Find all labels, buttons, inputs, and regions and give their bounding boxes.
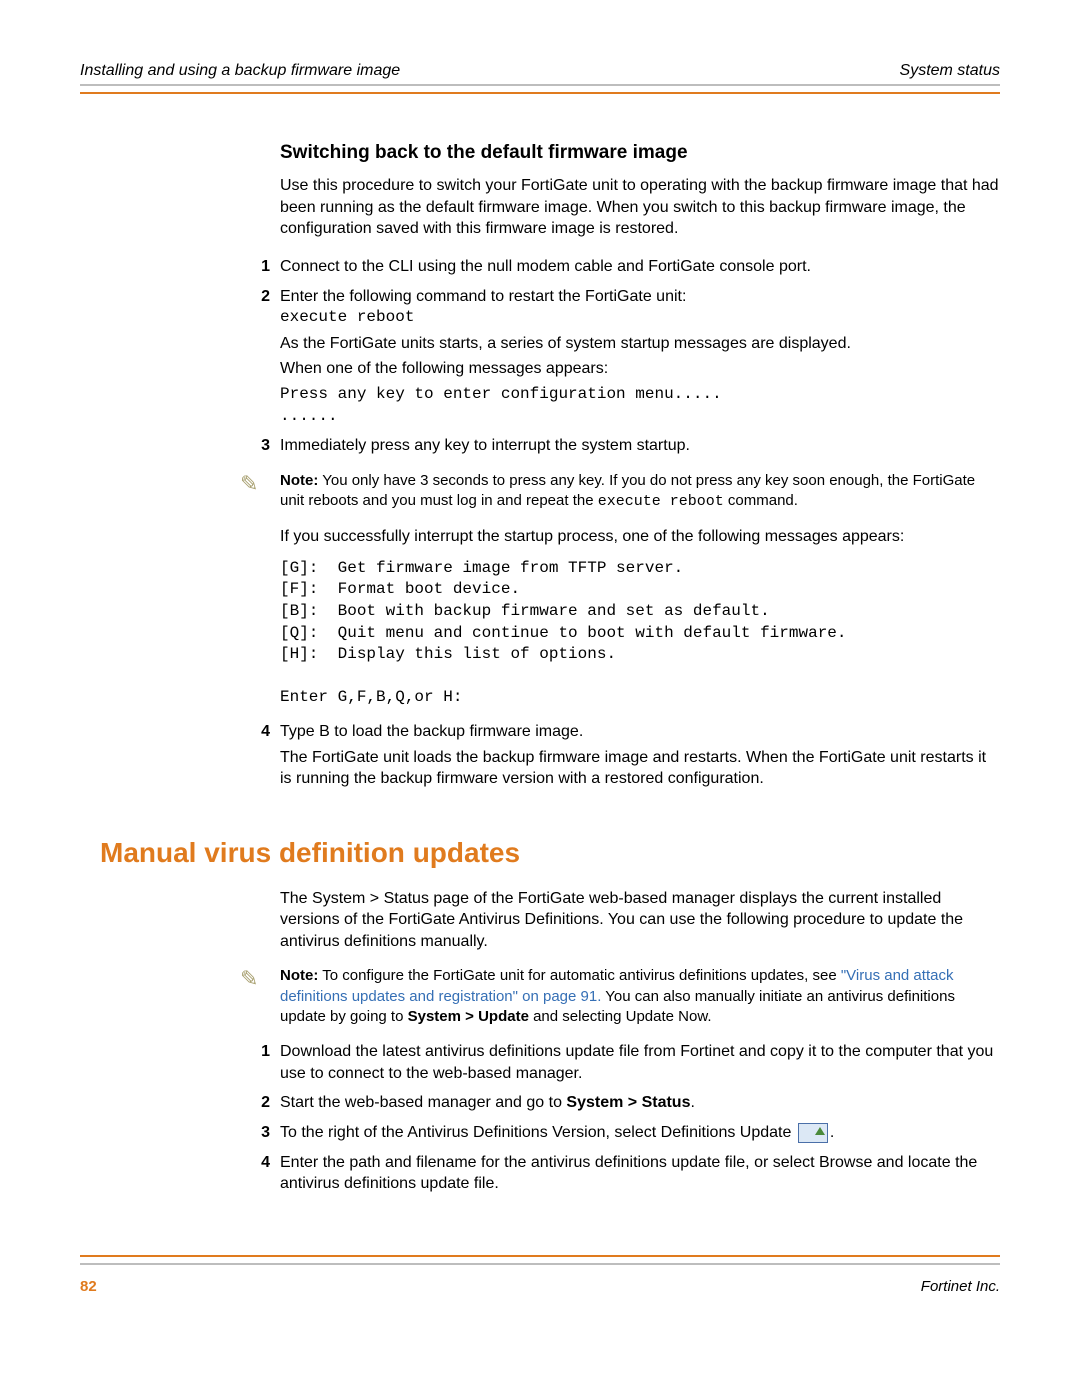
step-text: Enter the path and filename for the anti…: [280, 1152, 1000, 1195]
header-rule-grey: [80, 84, 1000, 86]
manual-intro-paragraph: The System > Status page of the FortiGat…: [280, 888, 1000, 953]
step-number: 4: [240, 1152, 270, 1195]
step-number: 2: [240, 1092, 270, 1114]
step-text: To the right of the Antivirus Definition…: [280, 1122, 1000, 1144]
step-pre: To the right of the Antivirus Definition…: [280, 1124, 796, 1141]
note-text: Note: You only have 3 seconds to press a…: [280, 471, 1000, 513]
page-number: 82: [80, 1277, 97, 1297]
heading-switching-back: Switching back to the default firmware i…: [280, 140, 1000, 166]
step-post: .: [690, 1094, 694, 1111]
step-paragraph: The FortiGate unit loads the backup firm…: [280, 747, 1000, 790]
step-text: Type B to load the backup firmware image…: [280, 721, 1000, 743]
switch-intro-paragraph: Use this procedure to switch your FortiG…: [280, 175, 1000, 240]
menu-block: [G]: Get firmware image from TFTP server…: [280, 558, 1000, 709]
step-number: 1: [240, 256, 270, 278]
step-bold: System > Status: [566, 1094, 690, 1111]
step-text: Enter the following command to restart t…: [280, 286, 1000, 308]
note-part: and selecting Update Now.: [529, 1008, 712, 1025]
header-rule-orange: [80, 92, 1000, 94]
step-text: Immediately press any key to interrupt t…: [280, 435, 1000, 457]
header-left: Installing and using a backup firmware i…: [80, 60, 400, 82]
step-paragraph: When one of the following messages appea…: [280, 358, 1000, 380]
step-post: .: [830, 1124, 834, 1141]
definitions-update-icon[interactable]: [798, 1123, 828, 1143]
note-icon: ✎: [240, 471, 270, 495]
step-text: Start the web-based manager and go to Sy…: [280, 1092, 1000, 1114]
step-text: Connect to the CLI using the null modem …: [280, 256, 1000, 278]
note-tail: command.: [724, 492, 798, 509]
code-block: Press any key to enter configuration men…: [280, 384, 1000, 427]
note-icon: ✎: [240, 966, 270, 990]
step-number: 3: [240, 435, 270, 457]
footer-company: Fortinet Inc.: [921, 1277, 1000, 1297]
note-lead: Note:: [280, 967, 318, 984]
step-text: Download the latest antivirus definition…: [280, 1041, 1000, 1084]
step-number: 4: [240, 721, 270, 794]
step-number: 3: [240, 1122, 270, 1144]
footer-rule-grey: [80, 1263, 1000, 1265]
note-part: To configure the FortiGate unit for auto…: [318, 967, 841, 984]
step-pre: Start the web-based manager and go to: [280, 1094, 566, 1111]
step-paragraph: As the FortiGate units starts, a series …: [280, 333, 1000, 355]
note-lead: Note:: [280, 472, 318, 489]
paragraph: If you successfully interrupt the startu…: [280, 526, 1000, 548]
note-code: execute reboot: [598, 493, 724, 510]
note-bold: System > Update: [408, 1008, 529, 1025]
step-number: 2: [240, 286, 270, 428]
note-text: Note: To configure the FortiGate unit fo…: [280, 966, 1000, 1027]
heading-manual-virus-updates: Manual virus definition updates: [100, 834, 1000, 872]
footer-rule-orange: [80, 1255, 1000, 1257]
header-right: System status: [900, 60, 1000, 82]
step-number: 1: [240, 1041, 270, 1084]
code-block: execute reboot: [280, 307, 1000, 329]
